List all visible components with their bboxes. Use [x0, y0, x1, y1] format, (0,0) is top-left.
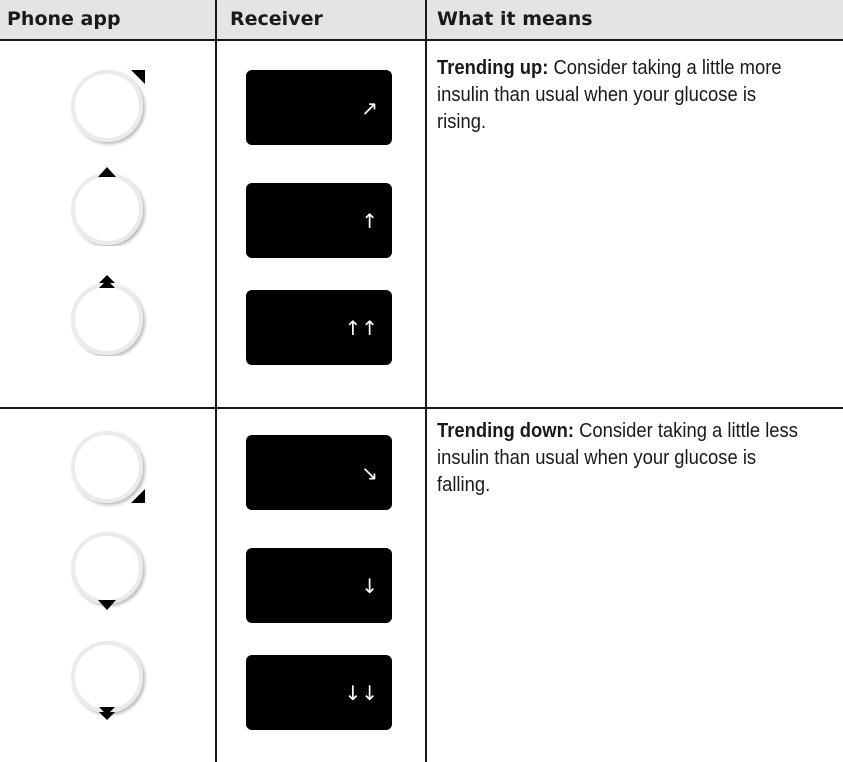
receiver-screen: ↘	[246, 435, 392, 510]
circle-arrow-up-icon	[66, 164, 148, 246]
meaning-lead: Trending up:	[437, 57, 549, 79]
column-header-receiver: Receiver	[230, 8, 323, 30]
trend-arrow-up: ↑	[361, 208, 378, 233]
meaning-trending-down: Trending down: Consider taking a little …	[437, 418, 805, 499]
row-divider	[0, 407, 843, 409]
trend-arrow-double-down: ↓↓	[344, 680, 378, 705]
receiver-screen: ↗	[246, 70, 392, 145]
column-header-what-it-means: What it means	[437, 8, 593, 30]
column-divider	[215, 0, 217, 762]
circle-double-arrow-up-icon	[66, 274, 148, 356]
receiver-screen: ↑	[246, 183, 392, 258]
circle-double-arrow-down-icon	[66, 640, 148, 722]
column-divider	[425, 0, 427, 762]
meaning-lead: Trending down:	[437, 420, 574, 442]
meaning-trending-up: Trending up: Consider taking a little mo…	[437, 55, 805, 136]
receiver-screen: ↑↑	[246, 290, 392, 365]
table-header: Phone app Receiver What it means	[0, 0, 843, 41]
trend-arrow-diagonal-down: ↘	[361, 460, 378, 485]
circle-arrow-down-icon	[66, 531, 148, 613]
receiver-screen: ↓	[246, 548, 392, 623]
receiver-screen: ↓↓	[246, 655, 392, 730]
column-header-phone-app: Phone app	[7, 8, 121, 30]
circle-arrow-diagonal-up-icon	[66, 65, 148, 147]
circle-arrow-diagonal-down-icon	[66, 426, 148, 508]
trend-arrow-down: ↓	[361, 573, 378, 598]
trend-arrow-diagonal-up: ↗	[361, 95, 378, 120]
trend-arrow-double-up: ↑↑	[344, 315, 378, 340]
